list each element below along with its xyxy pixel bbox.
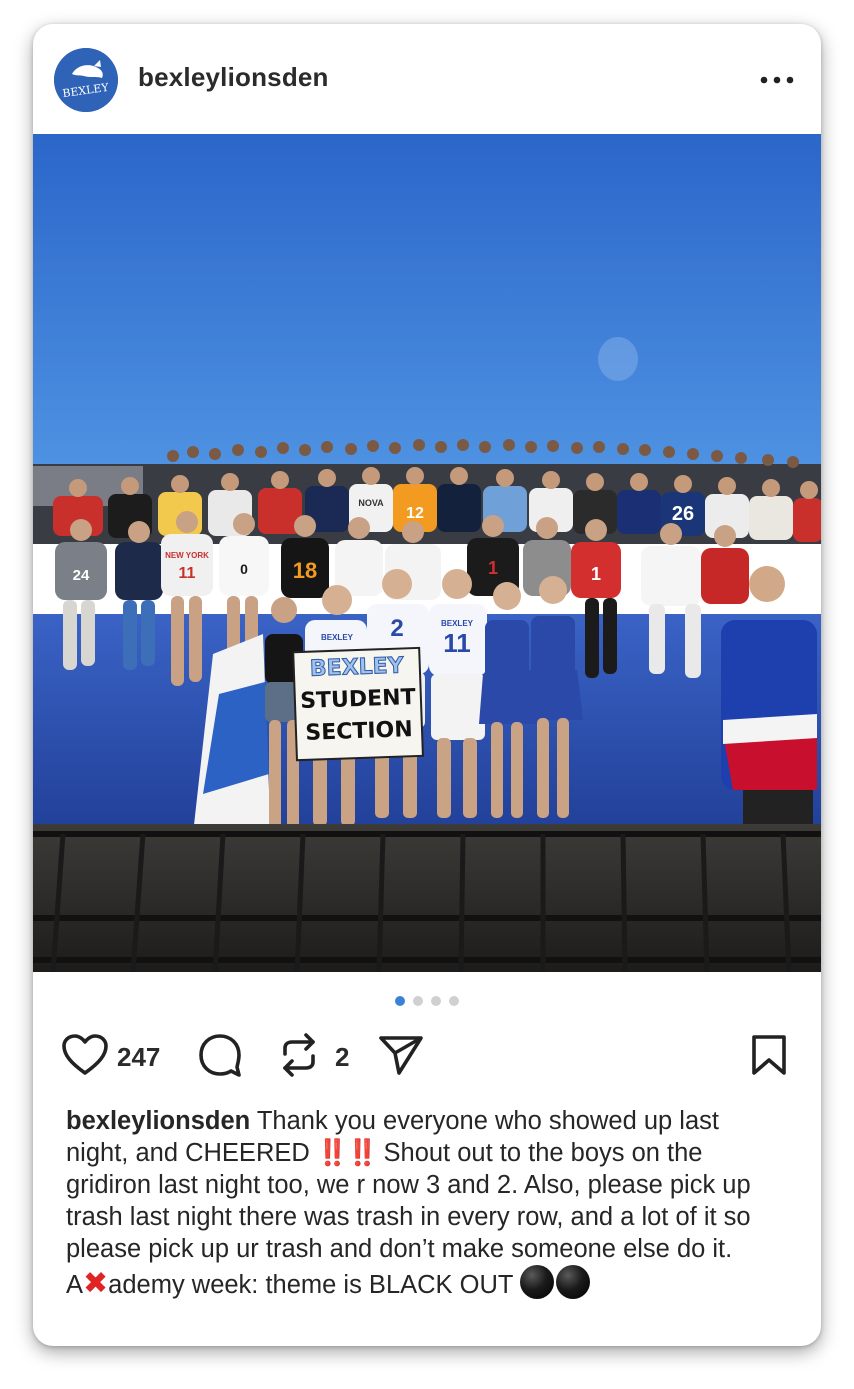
- svg-text:11: 11: [443, 628, 471, 658]
- carousel-dot[interactable]: [413, 996, 423, 1006]
- svg-text:1: 1: [488, 558, 498, 578]
- svg-text:12: 12: [406, 505, 424, 522]
- repost-button[interactable]: 2: [279, 1032, 349, 1082]
- post-photo[interactable]: 12 26 NOVA 24 NEW YORK 11 0 18 1 1 BEXLE…: [33, 134, 821, 972]
- svg-text:NEW YORK: NEW YORK: [165, 551, 209, 560]
- carousel-dot[interactable]: [449, 996, 459, 1006]
- svg-text:24: 24: [73, 567, 90, 584]
- svg-text:BEXLEY: BEXLEY: [321, 633, 354, 642]
- like-count: 247: [117, 1041, 161, 1072]
- like-button[interactable]: 247: [61, 1032, 160, 1082]
- post-username[interactable]: bexleylionsden: [138, 62, 329, 93]
- svg-text:SECTION: SECTION: [305, 717, 413, 746]
- svg-text:1: 1: [591, 564, 601, 584]
- black-circle-emoji: [520, 1265, 555, 1299]
- svg-text:26: 26: [672, 503, 694, 525]
- comment-button[interactable]: [197, 1032, 243, 1082]
- post-actions: 247 2: [33, 1032, 821, 1082]
- avatar-logo: BEXLEY: [54, 48, 118, 112]
- svg-text:NOVA: NOVA: [358, 498, 384, 508]
- carousel-dot-active[interactable]: [395, 996, 405, 1006]
- share-icon[interactable]: [377, 1033, 425, 1082]
- post-card: BEXLEY bexleylionsden 12 26 NOVA 24 NEW …: [33, 24, 821, 1346]
- black-circle-emoji: [556, 1265, 591, 1299]
- comment-icon[interactable]: [197, 1032, 243, 1083]
- svg-text:0: 0: [240, 561, 248, 577]
- carousel-dot[interactable]: [431, 996, 441, 1006]
- cross-mark-emoji: ✖: [83, 1267, 109, 1300]
- caption-text-3: ademy week: theme is BLACK OUT: [108, 1271, 514, 1299]
- caption-username[interactable]: bexleylionsden: [66, 1107, 250, 1135]
- share-button[interactable]: [377, 1032, 425, 1082]
- student-section-photo: 12 26 NOVA 24 NEW YORK 11 0 18 1 1 BEXLE…: [33, 134, 821, 972]
- post-header: BEXLEY bexleylionsden: [33, 24, 821, 134]
- svg-text:2: 2: [390, 615, 403, 642]
- svg-text:18: 18: [293, 558, 317, 583]
- bookmark-button[interactable]: [749, 1032, 789, 1082]
- carousel-indicator[interactable]: [33, 996, 821, 1006]
- post-caption: bexleylionsden Thank you everyone who sh…: [66, 1105, 786, 1301]
- svg-text:STUDENT: STUDENT: [300, 685, 416, 714]
- bookmark-icon[interactable]: [749, 1033, 789, 1082]
- heart-icon[interactable]: [61, 1033, 109, 1082]
- svg-text:BEXLEY: BEXLEY: [310, 653, 406, 681]
- repost-count: 2: [335, 1041, 350, 1072]
- avatar[interactable]: BEXLEY: [54, 48, 118, 112]
- double-exclamation-emoji: ‼️‼️: [316, 1139, 378, 1167]
- more-icon[interactable]: [759, 62, 795, 98]
- svg-text:BEXLEY: BEXLEY: [441, 619, 474, 628]
- repost-icon[interactable]: [279, 1032, 319, 1083]
- svg-text:11: 11: [179, 565, 196, 582]
